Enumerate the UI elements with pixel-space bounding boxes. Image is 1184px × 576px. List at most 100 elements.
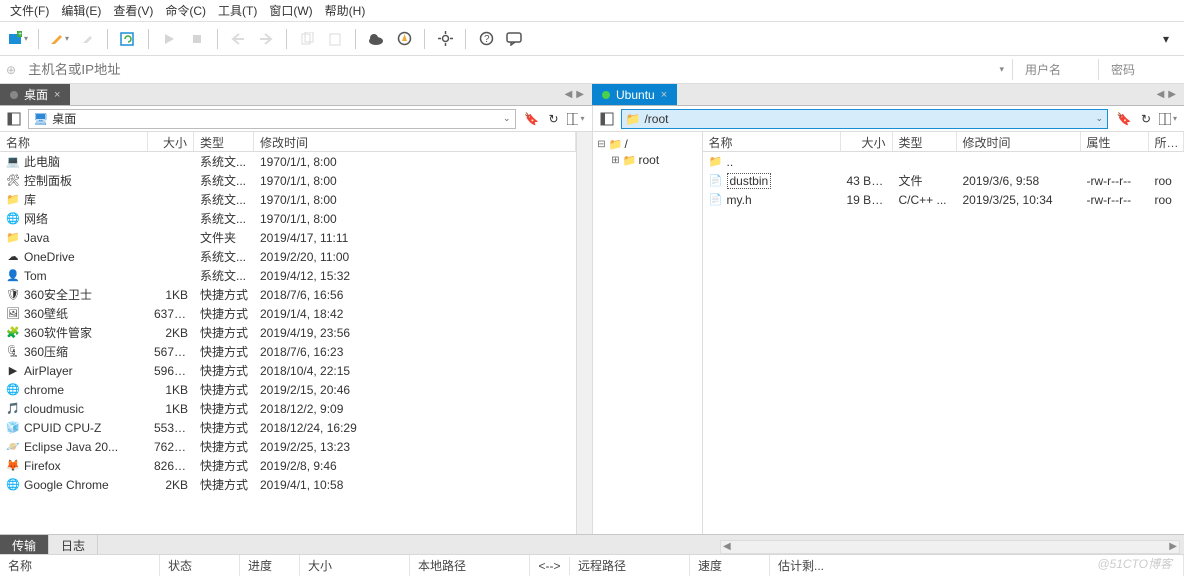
main-area: 🖥 桌面 ⌄ 🔖 ↻ 名称 大小 类型 修改时间 💻此电脑系统文...1970/…: [0, 106, 1184, 534]
file-row[interactable]: 🧩360软件管家2KB快捷方式2019/4/19, 23:56: [0, 323, 576, 342]
col-name[interactable]: 名称: [0, 132, 148, 151]
chat-button[interactable]: [504, 29, 524, 49]
right-path-text: /root: [644, 112, 668, 126]
left-scrollbar[interactable]: [576, 132, 592, 534]
tree-child[interactable]: ⊞📁root: [595, 152, 700, 168]
bookmark-button[interactable]: 🔖: [522, 109, 542, 129]
file-row[interactable]: 🪐Eclipse Java 20...762 By...快捷方式2019/2/2…: [0, 437, 576, 456]
file-row[interactable]: 🌐网络系统文...1970/1/1, 8:00: [0, 209, 576, 228]
file-row[interactable]: 📄dustbin43 Bytes文件2019/3/6, 9:58-rw-r--r…: [703, 171, 1184, 190]
file-row[interactable]: 📄my.h19 BytesC/C++ ...2019/3/25, 10:34-r…: [703, 190, 1184, 209]
svg-text:+: +: [18, 31, 22, 38]
tab-prev[interactable]: ◀: [1157, 89, 1165, 100]
host-dropdown[interactable]: ▾: [999, 64, 1004, 75]
reload-button[interactable]: ↻: [1136, 109, 1156, 129]
file-row[interactable]: 📁..: [703, 152, 1184, 171]
folder-icon: 📁: [626, 112, 641, 126]
file-row[interactable]: 🌐Google Chrome2KB快捷方式2019/4/1, 10:58: [0, 475, 576, 494]
col-type[interactable]: 类型: [893, 132, 957, 151]
menu-edit[interactable]: 编辑(E): [57, 0, 105, 21]
tab-prev[interactable]: ◀: [565, 89, 573, 100]
menu-command[interactable]: 命令(C): [161, 0, 210, 21]
menu-view[interactable]: 查看(V): [109, 0, 157, 21]
file-row[interactable]: ☁OneDrive系统文...2019/2/20, 11:00: [0, 247, 576, 266]
address-bar: ⊕ ▾ 用户名 密码: [0, 56, 1184, 84]
tab-log[interactable]: 日志: [49, 535, 98, 554]
new-session-button[interactable]: +: [8, 29, 28, 49]
left-path-field[interactable]: 🖥 桌面 ⌄: [28, 109, 516, 129]
scol-name[interactable]: 名称: [0, 555, 160, 576]
paste-button[interactable]: [325, 29, 345, 49]
right-tabs: Ubuntu × ◀▶: [592, 84, 1184, 106]
file-row[interactable]: 💻此电脑系统文...1970/1/1, 8:00: [0, 152, 576, 171]
file-row[interactable]: 🗜360压缩567 By...快捷方式2018/7/6, 16:23: [0, 342, 576, 361]
tab-next[interactable]: ▶: [576, 89, 584, 100]
reload-button[interactable]: ↻: [544, 109, 564, 129]
tab-close[interactable]: ×: [54, 89, 60, 101]
col-owner[interactable]: 所有: [1149, 132, 1184, 151]
edit-button[interactable]: [49, 29, 69, 49]
file-row[interactable]: 🎵cloudmusic1KB快捷方式2018/12/2, 9:09: [0, 399, 576, 418]
path-dropdown[interactable]: ⌄: [1095, 113, 1103, 124]
scol-speed[interactable]: 速度: [690, 555, 770, 576]
file-row[interactable]: 🛠控制面板系统文...1970/1/1, 8:00: [0, 171, 576, 190]
tab-desktop[interactable]: 桌面 ×: [0, 84, 70, 105]
file-row[interactable]: 🌐chrome1KB快捷方式2019/2/15, 20:46: [0, 380, 576, 399]
pass-field[interactable]: 密码: [1098, 59, 1178, 80]
settings-button[interactable]: [435, 29, 455, 49]
scol-dir: <-->: [530, 557, 570, 575]
file-row[interactable]: 👤Tom系统文...2019/4/12, 15:32: [0, 266, 576, 285]
layout-button[interactable]: [1158, 109, 1178, 129]
col-mtime[interactable]: 修改时间: [957, 132, 1081, 151]
tab-close[interactable]: ×: [661, 89, 667, 101]
col-size[interactable]: 大小: [841, 132, 893, 151]
back-button[interactable]: [228, 29, 248, 49]
file-row[interactable]: 📁库系统文...1970/1/1, 8:00: [0, 190, 576, 209]
help-button[interactable]: ?: [476, 29, 496, 49]
menu-window[interactable]: 窗口(W): [265, 0, 316, 21]
file-row[interactable]: 🖼360壁纸637 By...快捷方式2019/1/4, 18:42: [0, 304, 576, 323]
tab-ubuntu[interactable]: Ubuntu ×: [592, 84, 677, 105]
forward-button[interactable]: [256, 29, 276, 49]
menu-tools[interactable]: 工具(T): [214, 0, 261, 21]
stop-button[interactable]: [187, 29, 207, 49]
bookmark-button[interactable]: 🔖: [1114, 109, 1134, 129]
file-row[interactable]: 🛡360安全卫士1KB快捷方式2018/7/6, 16:56: [0, 285, 576, 304]
compass-button[interactable]: [394, 29, 414, 49]
file-row[interactable]: ▶AirPlayer596 By...快捷方式2018/10/4, 22:15: [0, 361, 576, 380]
file-row[interactable]: 🧊CPUID CPU-Z553 By...快捷方式2018/12/24, 16:…: [0, 418, 576, 437]
col-type[interactable]: 类型: [194, 132, 254, 151]
scol-localpath[interactable]: 本地路径: [410, 555, 530, 576]
pane-toggle-icon[interactable]: [6, 111, 22, 127]
refresh-button[interactable]: [118, 29, 138, 49]
file-row[interactable]: 🦊Firefox826 By...快捷方式2019/2/8, 9:46: [0, 456, 576, 475]
brush-button[interactable]: [77, 29, 97, 49]
user-field[interactable]: 用户名: [1012, 59, 1092, 80]
tab-next[interactable]: ▶: [1168, 89, 1176, 100]
layout-button[interactable]: [566, 109, 586, 129]
play-button[interactable]: [159, 29, 179, 49]
scol-size[interactable]: 大小: [300, 555, 410, 576]
right-path-field[interactable]: 📁 /root ⌄: [621, 109, 1109, 129]
pane-toggle-icon[interactable]: [599, 111, 615, 127]
cloud-button[interactable]: [366, 29, 386, 49]
col-size[interactable]: 大小: [148, 132, 194, 151]
menu-bar: 文件(F) 编辑(E) 查看(V) 命令(C) 工具(T) 窗口(W) 帮助(H…: [0, 0, 1184, 22]
copy-button[interactable]: [297, 29, 317, 49]
file-row[interactable]: 📁Java文件夹2019/4/17, 11:11: [0, 228, 576, 247]
path-dropdown[interactable]: ⌄: [503, 113, 511, 124]
scol-remotepath[interactable]: 远程路径: [570, 555, 690, 576]
scol-progress[interactable]: 进度: [240, 555, 300, 576]
tree-root[interactable]: ⊟📁/: [595, 136, 700, 152]
scol-status[interactable]: 状态: [160, 555, 240, 576]
menu-help[interactable]: 帮助(H): [321, 0, 370, 21]
menu-file[interactable]: 文件(F): [6, 0, 53, 21]
col-mtime[interactable]: 修改时间: [254, 132, 576, 151]
toolbar: + ? ▾: [0, 22, 1184, 56]
col-attr[interactable]: 属性: [1081, 132, 1149, 151]
host-input[interactable]: [24, 60, 991, 79]
tab-label: Ubuntu: [616, 88, 655, 102]
col-name[interactable]: 名称: [703, 132, 841, 151]
toolbar-overflow[interactable]: ▾: [1156, 29, 1176, 49]
tab-transfer[interactable]: 传输: [0, 535, 49, 554]
